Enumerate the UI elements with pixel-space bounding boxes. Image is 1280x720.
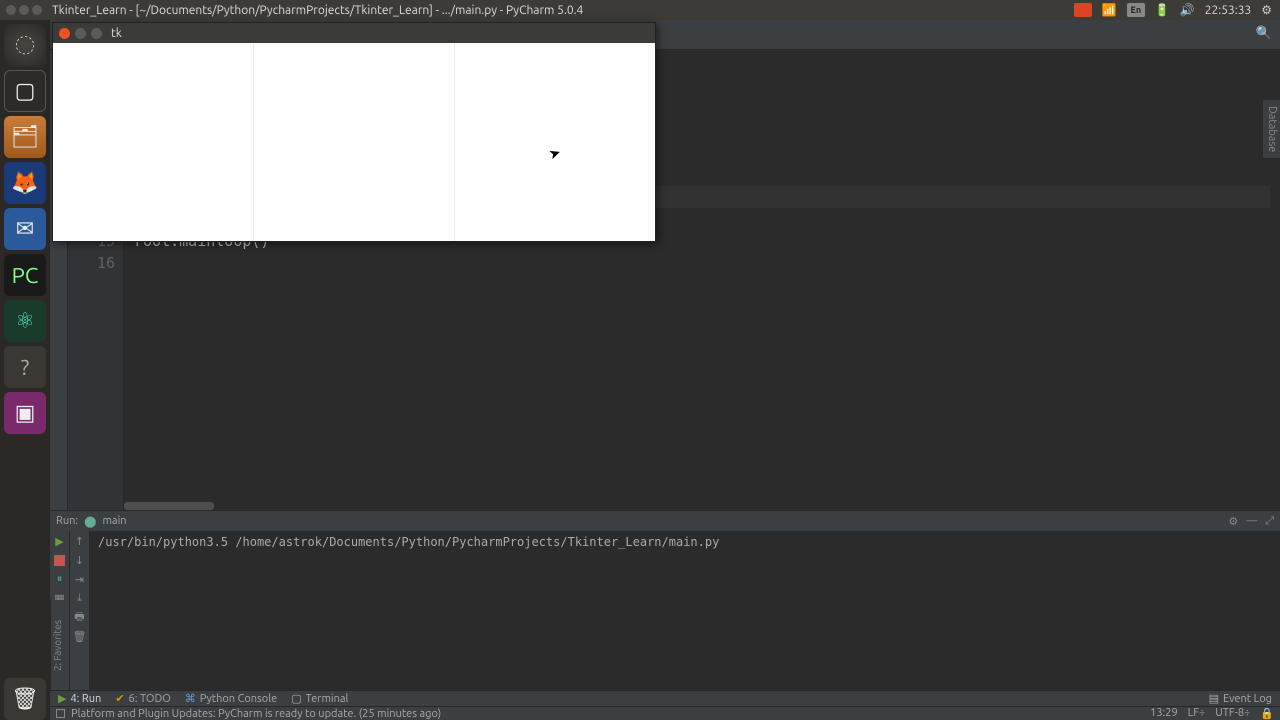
tab-terminal[interactable]: ▢Terminal [291,692,348,705]
horizontal-scrollbar[interactable] [124,502,214,510]
scroll-end-button[interactable]: ⤓ [73,592,86,605]
run-tool-window: Run: ⬤ main ⚙ — ⤢ ▶ ⏸ ▦ ↻ ✖ ? ↑ ↓ ⇥ ⤓ 🖶 … [50,510,1280,690]
run-header: Run: ⬤ main ⚙ — ⤢ [50,511,1280,531]
tray-notification-icon[interactable] [1074,3,1092,17]
run-controls-column-2: ↑ ↓ ⇥ ⤓ 🖶 🗑 [70,531,90,690]
run-label: Run: [56,515,78,527]
window-buttons [0,5,48,15]
wifi-icon[interactable]: 📶 [1102,3,1117,17]
win-min-icon[interactable] [19,5,29,15]
up-stack-button[interactable]: ↑ [73,535,86,548]
run-output-line: /usr/bin/python3.5 /home/astrok/Document… [98,535,1272,549]
tk-close-icon[interactable] [59,28,70,39]
tk-titlebar[interactable]: tk [53,23,655,43]
window-title: Tkinter_Learn - [~/Documents/Python/Pych… [48,4,1066,17]
clock[interactable]: 22:53:33 [1205,4,1252,17]
files-icon[interactable]: 🗂 [4,116,46,158]
unity-launcher: ◌ ▢ 🗂 🦊 ✉ PC ⚛ ? ▣ 🗑 [0,20,50,720]
status-message: Platform and Plugin Updates: PyCharm is … [71,708,441,720]
soft-wrap-button[interactable]: ⇥ [73,573,86,586]
tk-frame-3 [455,43,655,241]
firefox-icon[interactable]: 🦊 [4,162,46,204]
pycharm-icon[interactable]: PC [4,254,46,296]
tk-max-icon[interactable] [91,28,102,39]
database-tool-tab[interactable]: Database [1262,100,1280,158]
run-output[interactable]: /usr/bin/python3.5 /home/astrok/Document… [90,531,1280,690]
terminal-icon[interactable]: ▢ [4,70,46,112]
search-icon[interactable]: 🔍 [1256,26,1272,41]
settings-icon[interactable]: ⚙ [1228,515,1238,528]
battery-icon[interactable]: 🔋 [1155,3,1170,17]
trash-icon[interactable]: 🗑 [4,678,46,720]
stop-button[interactable] [53,554,66,567]
status-bar: Platform and Plugin Updates: PyCharm is … [50,706,1280,720]
tk-frame-1 [53,43,253,241]
minimize-panel-icon[interactable]: — [1246,515,1257,528]
status-indicator-icon[interactable] [56,709,65,718]
tk-frame-2 [254,43,454,241]
readonly-lock-icon[interactable]: 🔒 [1260,707,1274,720]
tk-min-icon[interactable] [75,28,86,39]
ubuntu-dash-icon[interactable]: ◌ [4,24,46,66]
system-tray: 📶 En 🔋 🔊 22:53:33 ⚙ [1066,3,1280,17]
tab-python-console[interactable]: ⌘Python Console [185,692,277,705]
atom-icon[interactable]: ⚛ [4,300,46,342]
os-menubar: Tkinter_Learn - [~/Documents/Python/Pych… [0,0,1280,20]
win-close-icon[interactable] [6,5,16,15]
file-encoding[interactable]: UTF-8÷ [1215,707,1250,720]
tab-event-log[interactable]: ▤Event Log [1209,692,1272,705]
favorites-tool-tab[interactable]: 2: Favorites [50,600,68,690]
line-separator[interactable]: LF÷ [1188,707,1206,720]
clear-button[interactable]: 🗑 [73,630,86,643]
python-file-icon: ⬤ [84,515,96,528]
help-icon[interactable]: ? [4,346,46,388]
down-stack-button[interactable]: ↓ [73,554,86,567]
hide-panel-icon[interactable]: ⤢ [1265,515,1274,528]
line-number: 16 [72,252,115,274]
tab-todo[interactable]: ✔6: TODO [115,692,170,705]
print-button[interactable]: 🖶 [73,611,86,624]
tk-title: tk [111,27,122,40]
tk-application-window[interactable]: tk ➤ [52,22,656,242]
volume-icon[interactable]: 🔊 [1180,3,1195,17]
app-icon[interactable]: ▣ [4,392,46,434]
gear-icon[interactable]: ⚙ [1261,3,1272,17]
keyboard-lang-indicator[interactable]: En [1127,3,1145,17]
run-config-name: main [102,515,126,527]
win-max-icon[interactable] [32,5,42,15]
tab-run[interactable]: ▶4: Run [58,692,101,705]
caret-position: 13:29 [1150,707,1178,720]
thunderbird-icon[interactable]: ✉ [4,208,46,250]
tk-body [53,43,655,241]
bottom-tool-tabs: ▶4: Run ✔6: TODO ⌘Python Console ▢Termin… [50,690,1280,706]
code-line[interactable] [134,252,1270,274]
pause-button[interactable]: ⏸ [53,573,66,586]
rerun-button[interactable]: ▶ [53,535,66,548]
